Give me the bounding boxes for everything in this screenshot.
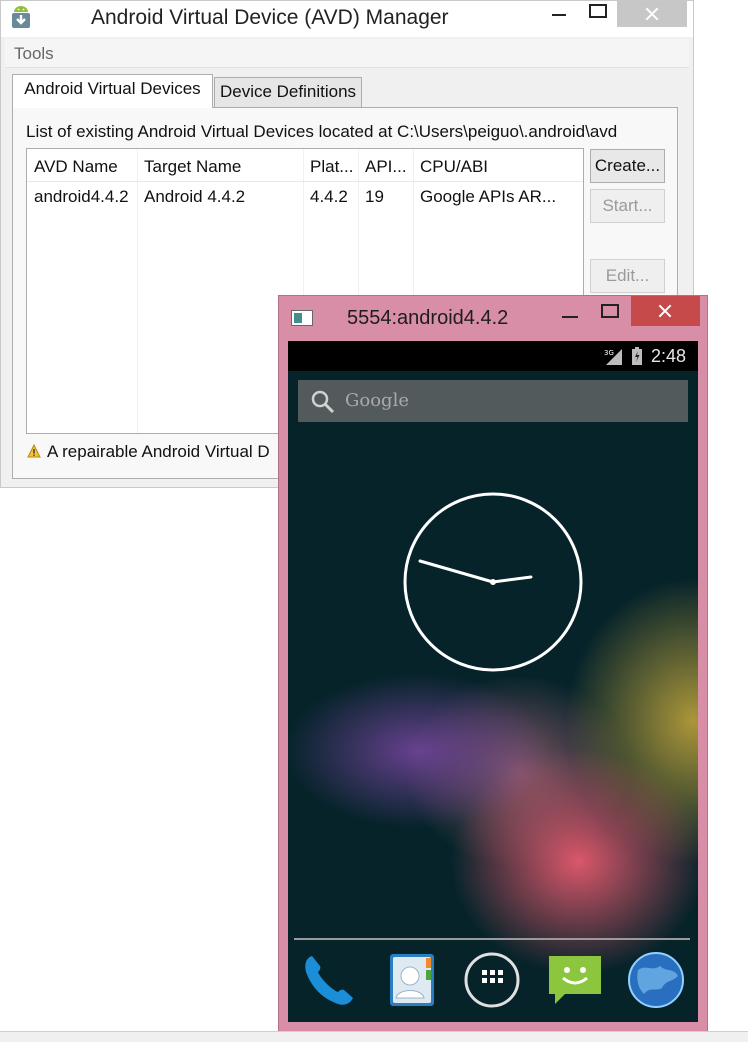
phone-icon[interactable]: [298, 950, 358, 1010]
emulator-app-icon: [291, 310, 313, 326]
avd-window-title: Android Virtual Device (AVD) Manager: [91, 6, 449, 29]
cell-target-name: Android 4.4.2: [144, 187, 246, 206]
avd-titlebar[interactable]: Android Virtual Device (AVD) Manager: [1, 1, 693, 37]
dock-divider: [294, 938, 690, 940]
messaging-icon[interactable]: [545, 950, 605, 1010]
tab-device-definitions[interactable]: Device Definitions: [214, 77, 362, 107]
contacts-icon[interactable]: [382, 950, 442, 1010]
column-divider: [137, 149, 138, 433]
cell-api: 19: [365, 187, 384, 206]
status-time: 2:48: [651, 346, 687, 366]
search-placeholder: Google: [345, 390, 409, 411]
emulator-window: 5554:android4.4.2 3G 2:48 Google: [278, 295, 708, 1033]
clock-hour-hand: [491, 575, 533, 584]
column-header-cpu-abi[interactable]: CPU/ABI: [420, 157, 488, 177]
cell-avd-name: android4.4.2: [34, 187, 129, 206]
header-divider: [27, 181, 583, 182]
close-button[interactable]: [631, 296, 700, 326]
device-screen[interactable]: 3G 2:48 Google: [288, 341, 698, 1022]
warning-icon: [27, 444, 41, 458]
column-header-avd-name[interactable]: AVD Name: [34, 157, 118, 177]
status-bar: 3G 2:48: [288, 341, 698, 371]
menubar: Tools: [5, 39, 689, 68]
browser-globe-icon[interactable]: [626, 950, 686, 1010]
emulator-window-title: 5554:android4.4.2: [347, 307, 509, 329]
maximize-button[interactable]: [601, 304, 619, 318]
clock-minute-hand: [418, 559, 495, 584]
column-header-target-name[interactable]: Target Name: [144, 157, 241, 177]
warning-text: A repairable Android Virtual D: [47, 442, 270, 461]
analog-clock-widget[interactable]: [402, 491, 584, 673]
android-sdk-icon: [12, 6, 30, 28]
column-header-api[interactable]: API...: [365, 157, 407, 177]
column-header-platform[interactable]: Plat...: [310, 157, 353, 177]
desktop-bottom-bar: [0, 1031, 748, 1042]
all-apps-icon[interactable]: [462, 950, 522, 1010]
edit-button[interactable]: Edit...: [590, 259, 665, 293]
search-icon: [311, 390, 335, 414]
maximize-button[interactable]: [581, 1, 615, 27]
cell-cpu-abi: Google APIs AR...: [420, 187, 557, 206]
create-button[interactable]: Create...: [590, 149, 665, 183]
minimize-button[interactable]: [541, 1, 577, 27]
close-button[interactable]: [617, 1, 687, 27]
avd-list-caption: List of existing Android Virtual Devices…: [26, 122, 618, 141]
cell-platform: 4.4.2: [310, 187, 348, 206]
start-button[interactable]: Start...: [590, 189, 665, 223]
minimize-button[interactable]: [562, 316, 578, 318]
svg-text:3G: 3G: [604, 349, 614, 357]
menu-tools[interactable]: Tools: [14, 44, 54, 64]
battery-icon: [632, 347, 642, 365]
signal-3g-icon: 3G: [604, 349, 622, 365]
tab-android-virtual-devices[interactable]: Android Virtual Devices: [12, 74, 213, 108]
google-search-bar[interactable]: Google: [298, 380, 688, 422]
